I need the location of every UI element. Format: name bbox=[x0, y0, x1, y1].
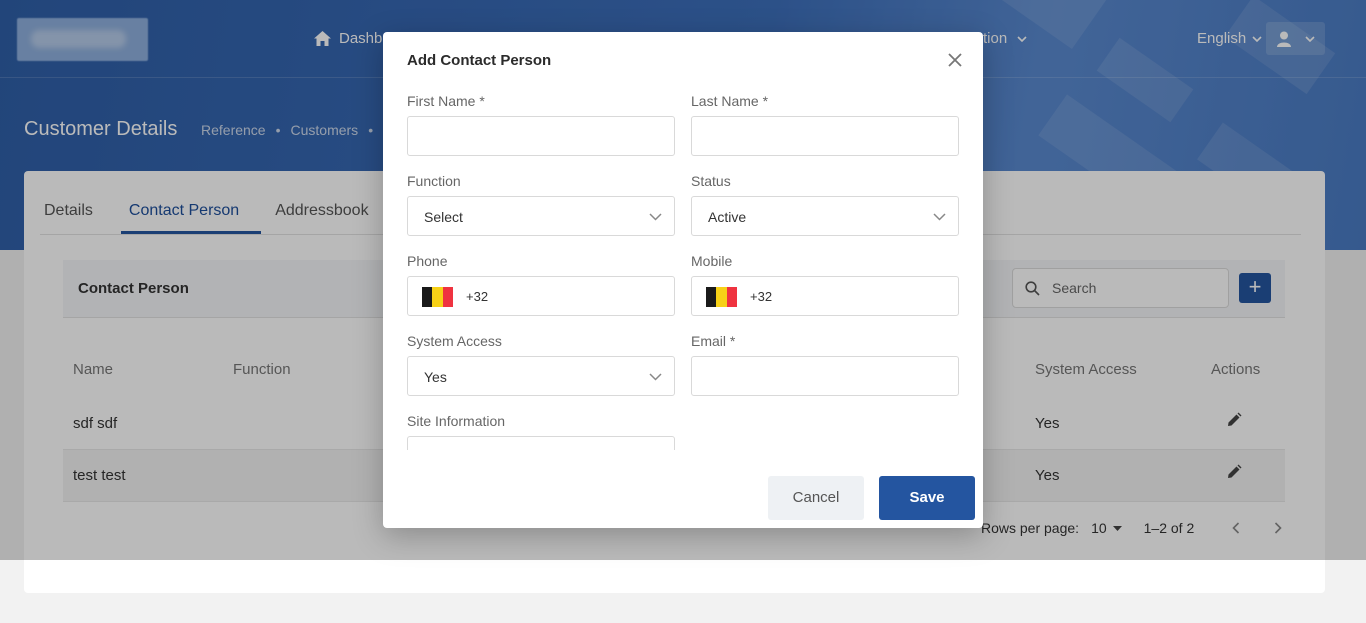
status-value: Active bbox=[708, 209, 747, 225]
mobile-label: Mobile bbox=[691, 253, 733, 269]
function-value: Select bbox=[424, 209, 463, 225]
mobile-field[interactable]: +32 bbox=[691, 276, 959, 316]
phone-label: Phone bbox=[407, 253, 448, 269]
mobile-group: Mobile +32 bbox=[691, 253, 959, 316]
first-name-group: First Name * bbox=[407, 93, 675, 156]
status-select[interactable]: Active bbox=[691, 196, 959, 236]
phone-field[interactable]: +32 bbox=[407, 276, 675, 316]
phone-country-code: +32 bbox=[466, 289, 489, 304]
system-access-value: Yes bbox=[424, 369, 447, 385]
close-icon[interactable] bbox=[945, 50, 965, 70]
cancel-button[interactable]: Cancel bbox=[768, 476, 864, 520]
system-access-group: System Access Yes bbox=[407, 333, 675, 396]
belgium-flag-icon[interactable] bbox=[706, 287, 737, 307]
email-field[interactable] bbox=[691, 356, 959, 396]
status-label: Status bbox=[691, 173, 731, 189]
first-name-field[interactable] bbox=[407, 116, 675, 156]
email-label: Email * bbox=[691, 333, 736, 349]
status-group: Status Active bbox=[691, 173, 959, 236]
system-access-label: System Access bbox=[407, 333, 502, 349]
add-contact-dialog: Add Contact Person First Name * Last Nam… bbox=[383, 32, 983, 528]
site-information-group: Site Information bbox=[407, 413, 675, 450]
function-select[interactable]: Select bbox=[407, 196, 675, 236]
email-group: Email * bbox=[691, 333, 959, 396]
last-name-group: Last Name * bbox=[691, 93, 959, 156]
function-label: Function bbox=[407, 173, 461, 189]
chevron-down-icon bbox=[649, 213, 662, 221]
dialog-footer: Cancel Save bbox=[383, 472, 983, 528]
dialog-form: First Name * Last Name * Function Select… bbox=[383, 88, 983, 450]
save-button[interactable]: Save bbox=[879, 476, 975, 520]
mobile-country-code: +32 bbox=[750, 289, 773, 304]
chevron-down-icon bbox=[933, 213, 946, 221]
dialog-title: Add Contact Person bbox=[407, 52, 552, 69]
chevron-down-icon bbox=[649, 373, 662, 381]
site-information-field[interactable] bbox=[407, 436, 675, 450]
first-name-label: First Name * bbox=[407, 93, 485, 109]
last-name-field[interactable] bbox=[691, 116, 959, 156]
system-access-select[interactable]: Yes bbox=[407, 356, 675, 396]
belgium-flag-icon[interactable] bbox=[422, 287, 453, 307]
site-information-label: Site Information bbox=[407, 413, 506, 429]
last-name-label: Last Name * bbox=[691, 93, 769, 109]
phone-group: Phone +32 bbox=[407, 253, 675, 316]
function-group: Function Select bbox=[407, 173, 675, 236]
